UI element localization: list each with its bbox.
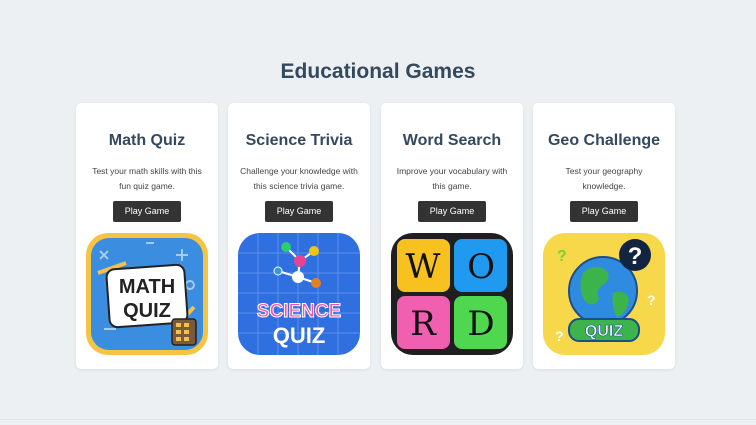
game-card-geo-challenge: Geo Challenge Test your geography knowle… (533, 103, 675, 369)
word-tile-letter: R (410, 304, 437, 344)
word-tile-letter: D (467, 304, 494, 344)
card-title: Geo Challenge (547, 132, 661, 149)
word-tiles-icon[interactable]: W O R D (391, 233, 513, 355)
math-quiz-icon-text: QUIZ (123, 300, 171, 322)
word-tile-letter: O (467, 247, 495, 287)
question-mark-icon: ? (628, 243, 643, 270)
svg-text:?: ? (555, 328, 564, 344)
math-quiz-icon-text: MATH (119, 276, 175, 298)
word-tile-letter: W (406, 247, 441, 287)
svg-text:?: ? (557, 248, 567, 265)
card-description: Challenge your knowledge with this scien… (240, 166, 358, 191)
math-quiz-icon[interactable]: MATH QUIZ (86, 233, 208, 355)
page-title: Educational Games (280, 60, 476, 83)
play-game-button[interactable]: Play Game (418, 201, 486, 222)
game-card-math-quiz: Math Quiz Test your math skills with thi… (76, 103, 218, 369)
card-title: Math Quiz (108, 132, 186, 149)
play-game-button[interactable]: Play Game (570, 201, 638, 222)
play-game-button[interactable]: Play Game (265, 201, 333, 222)
card-title: Science Trivia (245, 132, 353, 149)
svg-text:?: ? (647, 292, 656, 308)
science-quiz-icon[interactable]: SCIENCE QUIZ (238, 233, 360, 355)
game-card-science-trivia: Science Trivia Challenge your knowledge … (228, 103, 370, 369)
footer-divider (0, 419, 756, 420)
card-description: Test your math skills with this fun quiz… (92, 166, 202, 191)
game-card-word-search: Word Search Improve your vocabulary with… (381, 103, 523, 369)
globe-quiz-icon-text: QUIZ (585, 323, 623, 340)
play-game-button[interactable]: Play Game (113, 201, 181, 222)
globe-quiz-icon[interactable]: ? ? ? ? QUIZ (543, 233, 665, 355)
card-description: Test your geography knowledge. (565, 166, 643, 191)
card-title: Word Search (402, 132, 502, 149)
card-description: Improve your vocabulary with this game. (396, 166, 508, 191)
science-quiz-icon-text: SCIENCE (257, 301, 341, 322)
science-quiz-icon-text: QUIZ (273, 323, 326, 348)
